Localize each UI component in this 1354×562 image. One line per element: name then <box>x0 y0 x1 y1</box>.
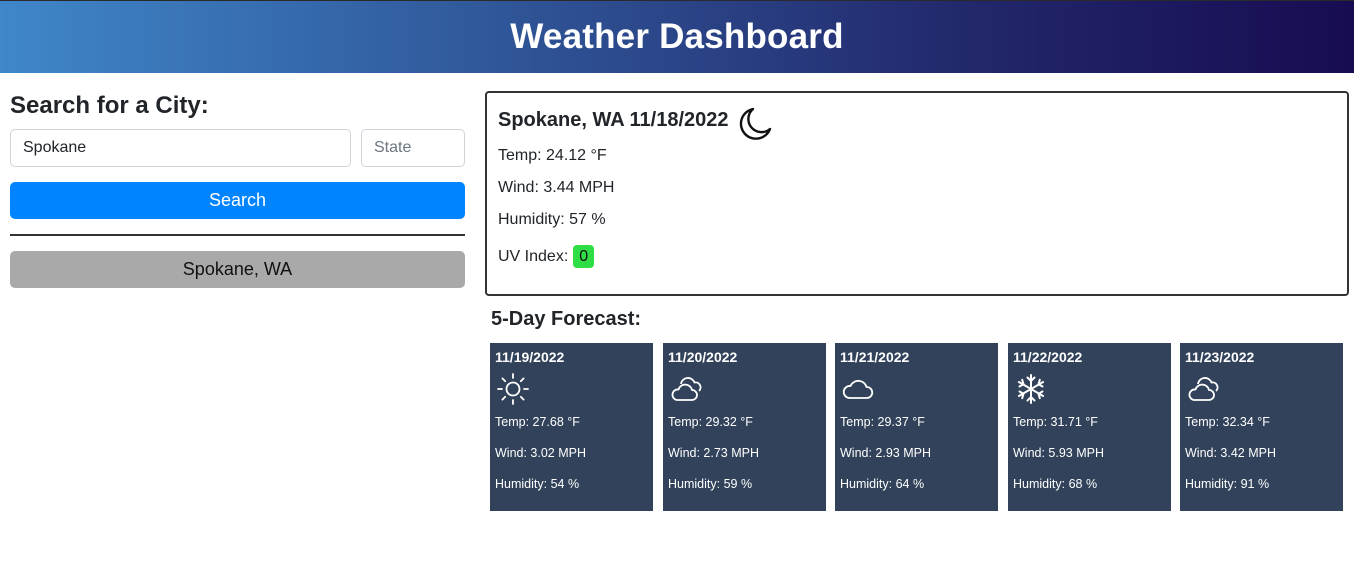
forecast-temp: Temp: 29.32 °F <box>668 415 753 429</box>
forecast-humidity: Humidity: 91 % <box>1185 477 1270 491</box>
forecast-date: 11/23/2022 <box>1185 349 1255 365</box>
forecast-wind: Wind: 3.42 MPH <box>1185 446 1277 460</box>
cloudy-icon <box>671 377 702 401</box>
forecast-card: 11/22/2022 Temp: 31.71 °F Wind: 5.93 MPH… <box>1008 343 1171 511</box>
cloudy-icon <box>1188 377 1219 401</box>
current-wind: Wind: 3.44 MPH <box>498 179 615 196</box>
forecast-temp: Temp: 32.34 °F <box>1185 415 1270 429</box>
forecast-date: 11/20/2022 <box>668 349 738 365</box>
current-city-date: Spokane, WA 11/18/2022 <box>498 109 729 131</box>
forecast-wind: Wind: 3.02 MPH <box>495 446 587 460</box>
forecast-card: 11/23/2022 Temp: 32.34 °F Wind: 3.42 MPH… <box>1180 343 1343 511</box>
state-input[interactable] <box>361 129 465 167</box>
forecast-date: 11/22/2022 <box>1013 349 1083 365</box>
forecast-wind: Wind: 2.93 MPH <box>840 446 932 460</box>
forecast-humidity: Humidity: 64 % <box>840 477 925 491</box>
uv-badge: 0 <box>573 245 595 268</box>
current-humidity: Humidity: 57 % <box>498 211 606 228</box>
moon-icon <box>739 107 772 140</box>
cloud-icon <box>842 379 874 399</box>
search-button[interactable]: Search <box>10 182 465 219</box>
forecast-card: 11/20/2022 Temp: 29.32 °F Wind: 2.73 MPH… <box>663 343 826 511</box>
forecast-date: 11/19/2022 <box>495 349 565 365</box>
current-weather-card: Spokane, WA 11/18/2022 Temp: 24.12 °F Wi… <box>485 91 1349 296</box>
current-uv-row: UV Index: 0 <box>498 245 595 268</box>
forecast-card: 11/19/2022 Temp: 27.68 °F Wind: 3.02 MPH… <box>490 343 653 511</box>
page-title: Weather Dashboard <box>510 16 844 56</box>
forecast-wind: Wind: 5.93 MPH <box>1013 446 1105 460</box>
sun-icon <box>497 373 529 405</box>
current-temp: Temp: 24.12 °F <box>498 147 607 164</box>
forecast-temp: Temp: 27.68 °F <box>495 415 580 429</box>
uv-label: UV Index: <box>498 247 569 265</box>
forecast-humidity: Humidity: 54 % <box>495 477 580 491</box>
search-heading: Search for a City: <box>10 92 209 119</box>
forecast-card: 11/21/2022 Temp: 29.37 °F Wind: 2.93 MPH… <box>835 343 998 511</box>
forecast-temp: Temp: 31.71 °F <box>1013 415 1098 429</box>
forecast-temp: Temp: 29.37 °F <box>840 415 925 429</box>
forecast-humidity: Humidity: 59 % <box>668 477 753 491</box>
divider <box>10 234 465 236</box>
forecast-wind: Wind: 2.73 MPH <box>668 446 760 460</box>
snowflake-icon <box>1017 374 1045 404</box>
forecast-date: 11/21/2022 <box>840 349 910 365</box>
forecast-heading: 5-Day Forecast: <box>491 308 642 330</box>
app-header: Weather Dashboard <box>0 0 1354 73</box>
forecast-humidity: Humidity: 68 % <box>1013 477 1098 491</box>
city-input[interactable] <box>10 129 351 167</box>
history-item-button[interactable]: Spokane, WA <box>10 251 465 288</box>
